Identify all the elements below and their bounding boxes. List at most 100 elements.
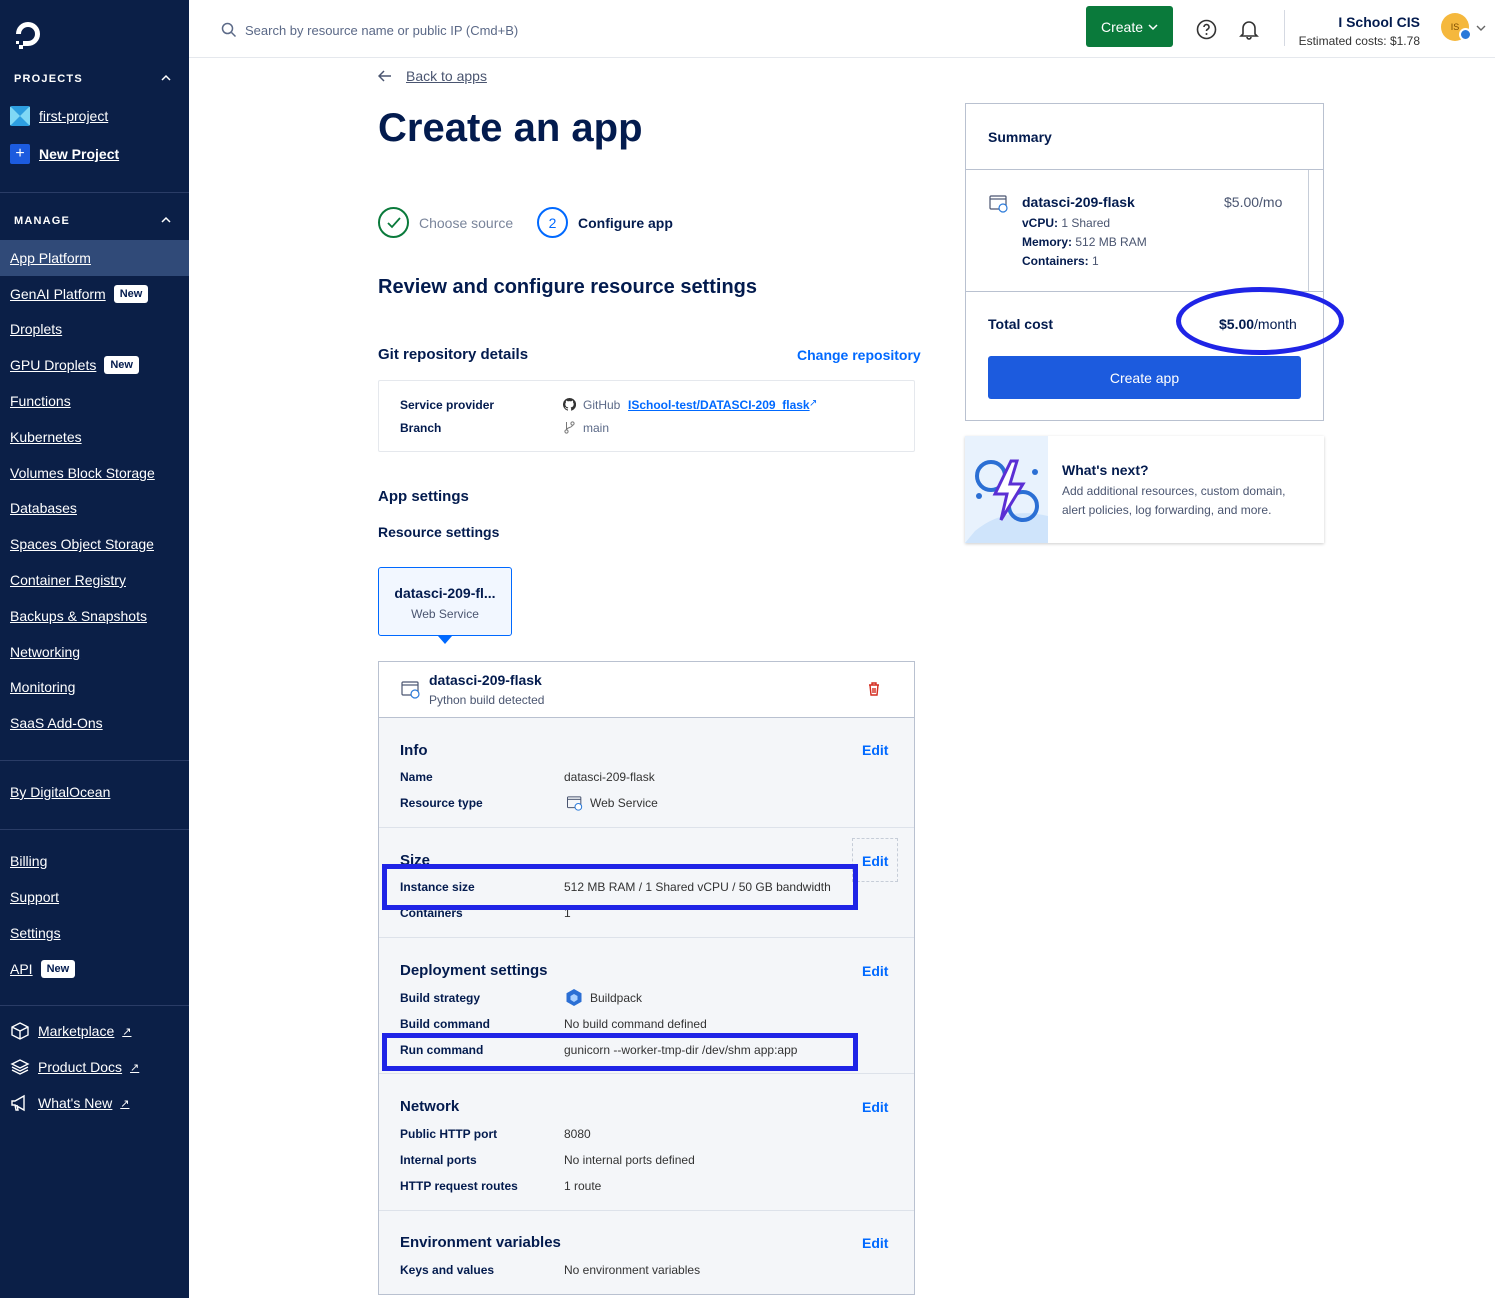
chevron-down-icon[interactable] [1476, 24, 1486, 32]
edit-size-button[interactable]: Edit [862, 853, 888, 869]
sidebar-item-whats-new[interactable]: What's New ↗ [0, 1085, 189, 1121]
sidebar-item-saas-addons[interactable]: SaaS Add-Ons [0, 705, 189, 741]
sidebar-item-networking[interactable]: Networking [0, 634, 189, 670]
sidebar-item-label: Functions [10, 393, 71, 409]
step-choose-source[interactable]: Choose source [378, 207, 513, 238]
new-project-link[interactable]: + New Project [10, 143, 119, 165]
vcpu-value: 1 Shared [1061, 216, 1111, 230]
sidebar-item-api[interactable]: API New [0, 951, 189, 987]
sidebar-item-kubernetes[interactable]: Kubernetes [0, 419, 189, 455]
sidebar-item-label: SaaS Add-Ons [10, 715, 103, 731]
component-tab-name: datasci-209-fl... [394, 585, 496, 601]
sidebar-item-label: Volumes Block Storage [10, 465, 155, 481]
sidebar-item-monitoring[interactable]: Monitoring [0, 669, 189, 705]
edit-info-button[interactable]: Edit [862, 742, 888, 758]
app-settings-heading: App settings [378, 488, 469, 505]
chevron-up-icon[interactable] [161, 215, 171, 225]
sidebar-item-genai-platform[interactable]: GenAI Platform New [0, 276, 189, 312]
search-bar[interactable]: Search by resource name or public IP (Cm… [221, 22, 518, 38]
sidebar-item-databases[interactable]: Databases [0, 490, 189, 526]
section-divider [379, 827, 914, 828]
project-icon [10, 106, 30, 126]
tab-pointer [438, 636, 452, 644]
project-label: first-project [39, 108, 109, 124]
repo-link[interactable]: ISchool-test/DATASCI-209_flask [628, 398, 810, 412]
sidebar-item-app-platform[interactable]: App Platform [0, 240, 189, 276]
create-button[interactable]: Create [1086, 6, 1173, 47]
branch-icon [564, 421, 575, 434]
whats-next-card[interactable]: What's next? Add additional resources, c… [965, 436, 1324, 543]
routes-value: 1 route [564, 1179, 602, 1193]
edit-network-button[interactable]: Edit [862, 1099, 888, 1115]
provider-name: GitHub [583, 398, 621, 412]
step-label: Choose source [419, 214, 514, 231]
sidebar-item-label: Support [10, 889, 60, 905]
section-divider [379, 937, 914, 938]
trash-icon[interactable] [868, 682, 880, 696]
edit-env-button[interactable]: Edit [862, 1235, 888, 1251]
sidebar-item-support[interactable]: Support [0, 879, 189, 915]
chevron-up-icon[interactable] [161, 73, 171, 83]
sidebar-item-label: Billing [10, 853, 48, 869]
sidebar-item-label: GPU Droplets [10, 357, 97, 373]
sidebar-item-droplets[interactable]: Droplets [0, 311, 189, 347]
search-input[interactable]: Search by resource name or public IP (Cm… [245, 23, 518, 38]
sidebar-item-label: Networking [10, 644, 81, 660]
new-badge: New [40, 960, 76, 978]
sidebar-item-billing[interactable]: Billing [0, 843, 189, 879]
top-bar: Search by resource name or public IP (Cm… [189, 0, 1495, 58]
sidebar-item-marketplace[interactable]: Marketplace ↗ [0, 1013, 189, 1049]
page-title: Create an app [378, 106, 643, 150]
component-tab[interactable]: datasci-209-fl... Web Service [378, 567, 512, 636]
summary-divider [966, 169, 1323, 170]
resource-settings-heading: Resource settings [378, 524, 500, 540]
sidebar-item-volumes[interactable]: Volumes Block Storage [0, 455, 189, 491]
sidebar-item-backups[interactable]: Backups & Snapshots [0, 598, 189, 634]
branch-name: main [583, 421, 610, 435]
new-badge: New [113, 285, 149, 303]
new-project-label: New Project [39, 146, 120, 162]
sidebar-item-label: GenAI Platform [10, 286, 106, 302]
github-icon [563, 398, 576, 411]
highlight-box [382, 1033, 858, 1071]
sidebar-item-by-digitalocean[interactable]: By DigitalOcean [0, 774, 189, 810]
sidebar-item-container-registry[interactable]: Container Registry [0, 562, 189, 598]
sidebar-item-label: Backups & Snapshots [10, 608, 147, 624]
projects-heading: PROJECTS [14, 73, 83, 85]
team-info[interactable]: I School CIS Estimated costs: $1.78 [1299, 14, 1420, 48]
sidebar-item-product-docs[interactable]: Product Docs ↗ [0, 1049, 189, 1085]
help-icon[interactable] [1196, 19, 1217, 40]
provider-label: Service provider [400, 398, 495, 412]
sidebar-divider [0, 760, 189, 761]
build-detected-text: Python build detected [429, 693, 545, 707]
edit-deployment-button[interactable]: Edit [862, 963, 888, 979]
sidebar-item-spaces[interactable]: Spaces Object Storage [0, 526, 189, 562]
build-command-label: Build command [400, 1017, 491, 1031]
resource-type-label: Resource type [400, 796, 483, 810]
arrow-left-icon [378, 70, 391, 82]
search-icon [221, 22, 237, 38]
scrollbar[interactable] [1308, 170, 1309, 292]
bell-icon[interactable] [1239, 19, 1259, 40]
back-to-apps-link[interactable]: Back to apps [378, 68, 487, 84]
sidebar-item-functions[interactable]: Functions [0, 383, 189, 419]
digitalocean-logo-icon[interactable] [12, 18, 44, 50]
component-tab-type: Web Service [411, 607, 479, 621]
build-strategy-label: Build strategy [400, 991, 481, 1005]
deployment-title: Deployment settings [400, 962, 548, 979]
sidebar: PROJECTS first-project + New Project MAN… [0, 0, 189, 1298]
sidebar-item-label: API [10, 961, 33, 977]
sidebar-item-label: Container Registry [10, 572, 126, 588]
public-port-label: Public HTTP port [400, 1127, 498, 1141]
git-details-card: Service provider GitHub ISchool-test/DAT… [378, 380, 915, 452]
sidebar-item-settings[interactable]: Settings [0, 915, 189, 951]
change-repository-link[interactable]: Change repository [797, 347, 921, 363]
sidebar-item-label: Kubernetes [10, 429, 82, 445]
project-first-project[interactable]: first-project [10, 105, 108, 127]
lightning-illustration-icon [965, 436, 1048, 543]
create-app-button[interactable]: Create app [988, 356, 1301, 399]
sidebar-item-gpu-droplets[interactable]: GPU Droplets New [0, 347, 189, 383]
estimated-costs: Estimated costs: $1.78 [1298, 34, 1420, 48]
branch-label: Branch [400, 421, 442, 435]
external-link-icon: ↗ [130, 1061, 140, 1074]
